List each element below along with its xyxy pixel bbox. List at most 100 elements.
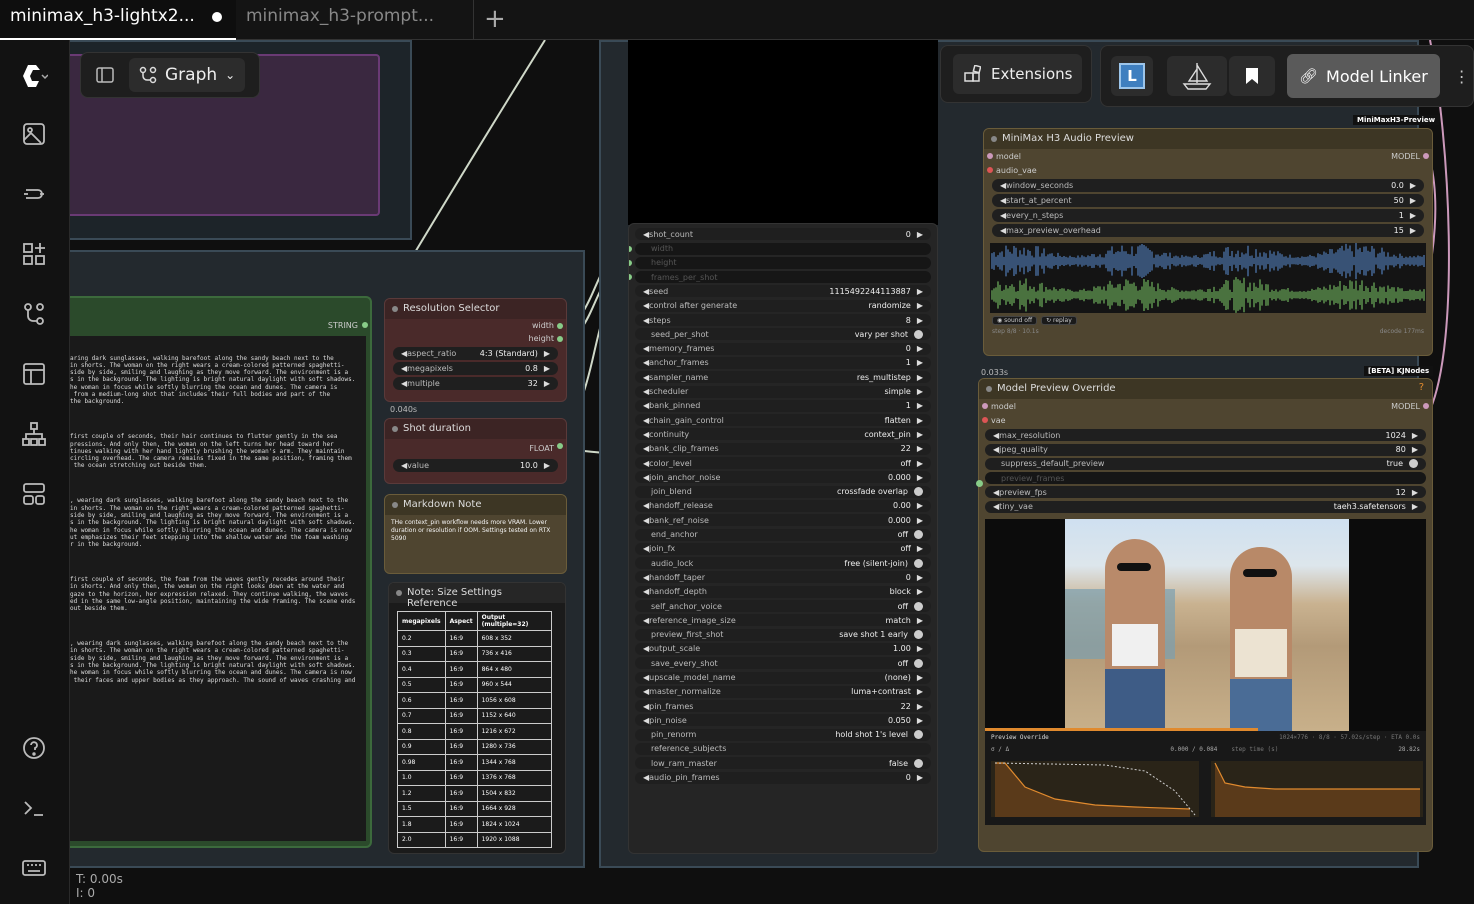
- widget-master-normalize[interactable]: ◀ master_normalize luma+contrast ▶: [635, 685, 931, 698]
- ship-button[interactable]: [1167, 56, 1227, 96]
- increment-arrow-icon[interactable]: ▶: [917, 573, 923, 582]
- widget-bank-ref-noise[interactable]: ◀ bank_ref_noise 0.000 ▶: [635, 514, 931, 527]
- increment-arrow-icon[interactable]: ▶: [917, 702, 923, 711]
- input-dot[interactable]: [629, 259, 632, 266]
- increment-arrow-icon[interactable]: ▶: [917, 644, 923, 653]
- increment-arrow-icon[interactable]: ▶: [1412, 445, 1418, 454]
- audio-preview-node[interactable]: MiniMax H3 Audio Preview model MODEL audi…: [983, 128, 1433, 356]
- increment-arrow-icon[interactable]: ▶: [917, 401, 923, 410]
- audio-vae-input-port[interactable]: audio_vae: [984, 163, 1432, 177]
- max-preview-overhead-widget[interactable]: ◀ max_preview_overhead 15 ▶: [992, 224, 1424, 237]
- widget-audio-pin-frames[interactable]: ◀ audio_pin_frames 0 ▶: [635, 771, 931, 784]
- widget-color-level[interactable]: ◀ color_level off ▶: [635, 457, 931, 470]
- toggle-knob-icon[interactable]: [914, 558, 923, 568]
- widget-preview-frames[interactable]: preview_frames: [985, 472, 1426, 485]
- widget-control-after-generate[interactable]: ◀ control after generate randomize ▶: [635, 299, 931, 312]
- model-preview-override-node[interactable]: Model Preview Override ? model MODEL vae …: [978, 378, 1433, 852]
- node-library-icon[interactable]: [20, 240, 48, 268]
- help-question-icon[interactable]: ?: [1419, 382, 1424, 393]
- start-at-percent-widget[interactable]: ◀ start_at_percent 50 ▶: [992, 194, 1424, 207]
- increment-arrow-icon[interactable]: ▶: [917, 416, 923, 425]
- increment-arrow-icon[interactable]: ▶: [544, 349, 550, 358]
- markdown-note-node[interactable]: Markdown Note THe context_pin workflow n…: [384, 494, 567, 574]
- string-output-dot[interactable]: [362, 322, 368, 328]
- increment-arrow-icon[interactable]: ▶: [917, 301, 923, 310]
- increment-arrow-icon[interactable]: ▶: [917, 230, 923, 239]
- increment-arrow-icon[interactable]: ▶: [544, 461, 550, 470]
- new-tab-button[interactable]: +: [484, 4, 506, 34]
- panel-toggle-icon[interactable]: [95, 65, 115, 85]
- vae-input-dot[interactable]: [982, 417, 988, 423]
- model-input-port[interactable]: model MODEL: [979, 399, 1432, 413]
- increment-arrow-icon[interactable]: ▶: [917, 344, 923, 353]
- increment-arrow-icon[interactable]: ▶: [917, 501, 923, 510]
- widget-reference-image-size[interactable]: ◀ reference_image_size match ▶: [635, 614, 931, 627]
- resolution-selector-node[interactable]: Resolution Selector width height ◀ aspect…: [384, 298, 567, 402]
- multiple-widget[interactable]: ◀ multiple 32 ▶: [393, 377, 558, 390]
- increment-arrow-icon[interactable]: ▶: [917, 459, 923, 468]
- input-dot[interactable]: [629, 245, 632, 252]
- increment-arrow-icon[interactable]: ▶: [1412, 431, 1418, 440]
- increment-arrow-icon[interactable]: ▶: [1412, 488, 1418, 497]
- increment-arrow-icon[interactable]: ▶: [917, 673, 923, 682]
- widget-handoff-release[interactable]: ◀ handoff_release 0.00 ▶: [635, 499, 931, 512]
- widget-height[interactable]: height: [629, 256, 931, 269]
- increment-arrow-icon[interactable]: ▶: [917, 473, 923, 482]
- model-input-port[interactable]: model MODEL: [984, 149, 1432, 163]
- increment-arrow-icon[interactable]: ▶: [1410, 196, 1416, 205]
- width-output-port[interactable]: width: [385, 319, 566, 332]
- increment-arrow-icon[interactable]: ▶: [917, 430, 923, 439]
- toggle-knob-icon[interactable]: [914, 658, 923, 668]
- extensions-button[interactable]: Extensions: [953, 54, 1083, 94]
- widget-handoff-taper[interactable]: ◀ handoff_taper 0 ▶: [635, 571, 931, 584]
- replay-button[interactable]: ↻ replay: [1041, 316, 1077, 325]
- terminal-icon[interactable]: [20, 794, 48, 822]
- widget-low-ram-master[interactable]: low_ram_master false: [635, 757, 931, 770]
- preview-frames-input-dot[interactable]: [976, 480, 983, 487]
- tab-workflow-1[interactable]: minimax_h3-lightx2...: [0, 0, 236, 40]
- widget-join-anchor-noise[interactable]: ◀ join_anchor_noise 0.000 ▶: [635, 471, 931, 484]
- increment-arrow-icon[interactable]: ▶: [917, 616, 923, 625]
- templates-icon[interactable]: [20, 360, 48, 388]
- toggle-knob-icon[interactable]: [914, 530, 923, 540]
- widget-shot-count[interactable]: ◀ shot_count 0 ▶: [635, 228, 931, 241]
- increment-arrow-icon[interactable]: ▶: [917, 773, 923, 782]
- widget-pin-frames[interactable]: ◀ pin_frames 22 ▶: [635, 700, 931, 713]
- widget-frames-per-shot[interactable]: frames_per_shot: [629, 271, 931, 284]
- increment-arrow-icon[interactable]: ▶: [1410, 181, 1416, 190]
- audio-vae-input-dot[interactable]: [987, 167, 993, 173]
- widget-sampler-name[interactable]: ◀ sampler_name res_multistep ▶: [635, 371, 931, 384]
- graph-mode-button[interactable]: Graph ⌄: [129, 58, 246, 92]
- increment-arrow-icon[interactable]: ▶: [917, 687, 923, 696]
- widget-pin-noise[interactable]: ◀ pin_noise 0.050 ▶: [635, 714, 931, 727]
- widget-memory-frames[interactable]: ◀ memory_frames 0 ▶: [635, 342, 931, 355]
- model-library-icon[interactable]: [20, 180, 48, 208]
- tab-workflow-2[interactable]: minimax_h3-prompt...: [236, 0, 474, 40]
- widget-upscale-model-name[interactable]: ◀ upscale_model_name (none) ▶: [635, 671, 931, 684]
- image-gallery-icon[interactable]: [20, 120, 48, 148]
- sampler-node[interactable]: ◀ shot_count 0 ▶ width height frames_per_shot ◀…: [628, 223, 938, 854]
- widget-preview-first-shot[interactable]: preview_first_shot save shot 1 early: [635, 628, 931, 641]
- model-output-dot[interactable]: [1423, 403, 1429, 409]
- increment-arrow-icon[interactable]: ▶: [917, 516, 923, 525]
- aspect-ratio-widget[interactable]: ◀ aspect_ratio 4:3 (Standard) ▶: [393, 347, 558, 360]
- increment-arrow-icon[interactable]: ▶: [917, 287, 923, 296]
- comfy-logo-icon[interactable]: [20, 62, 49, 90]
- widget-tiny-vae[interactable]: ◀ tiny_vae taeh3.safetensors ▶: [985, 500, 1426, 513]
- duration-value-widget[interactable]: ◀ value 10.0 ▶: [393, 459, 558, 472]
- graph-canvas[interactable]: STRING aring dark sunglasses, walking ba…: [70, 40, 1474, 904]
- widget-end-anchor[interactable]: end_anchor off: [635, 528, 931, 541]
- toggle-knob-icon[interactable]: [914, 758, 923, 768]
- widget-width[interactable]: width: [629, 242, 931, 255]
- increment-arrow-icon[interactable]: ▶: [917, 444, 923, 453]
- widget-bank-clip-frames[interactable]: ◀ bank_clip_frames 22 ▶: [635, 442, 931, 455]
- widget-handoff-depth[interactable]: ◀ handoff_depth block ▶: [635, 585, 931, 598]
- hierarchy-icon[interactable]: [20, 420, 48, 448]
- toggle-knob-icon[interactable]: [914, 730, 923, 740]
- widget-scheduler[interactable]: ◀ scheduler simple ▶: [635, 385, 931, 398]
- increment-arrow-icon[interactable]: ▶: [544, 379, 550, 388]
- sound-toggle-button[interactable]: ◉ sound off: [992, 316, 1038, 325]
- linear-app-button[interactable]: L: [1111, 56, 1153, 96]
- float-output-port[interactable]: FLOAT: [385, 439, 566, 457]
- increment-arrow-icon[interactable]: ▶: [917, 716, 923, 725]
